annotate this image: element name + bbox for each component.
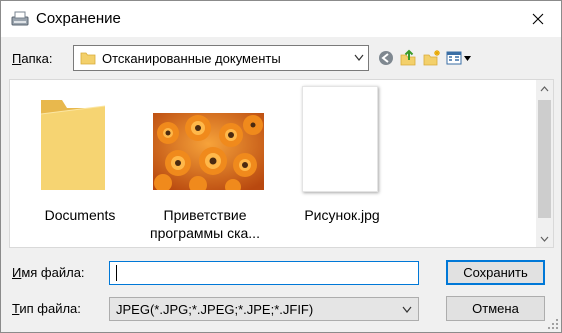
resize-grip-icon[interactable]: [547, 318, 559, 330]
file-name: программы ска...: [150, 225, 260, 241]
cancel-button[interactable]: Отмена: [446, 296, 545, 321]
filetype-value: JPEG(*.JPG;*.JPEG;*.JPE;*.JFIF): [116, 302, 314, 317]
scroll-down-button[interactable]: [536, 230, 553, 247]
folder-icon: [40, 100, 106, 190]
image-thumbnail: [302, 86, 378, 192]
filetype-label: Тип файла:: [12, 301, 81, 316]
folder-label: Папка:: [12, 51, 53, 66]
back-button[interactable]: [375, 47, 397, 69]
image-thumbnail: [153, 113, 264, 190]
folder-icon: [80, 52, 96, 65]
list-item[interactable]: Documents: [30, 80, 130, 240]
window-title: Сохранение: [36, 10, 121, 27]
up-folder-icon: [400, 49, 416, 66]
scroll-down-icon: [540, 236, 549, 242]
text-caret: [116, 265, 117, 281]
chevron-down-icon: [354, 54, 364, 61]
filename-input[interactable]: [109, 261, 419, 285]
list-item[interactable]: Рисунок.jpg: [292, 80, 392, 240]
scanner-icon: [11, 11, 29, 26]
save-button[interactable]: Сохранить: [446, 260, 545, 285]
scroll-up-icon: [540, 85, 549, 91]
filetype-select[interactable]: JPEG(*.JPG;*.JPEG;*.JPE;*.JFIF): [109, 297, 419, 321]
list-item[interactable]: Приветствие программы ска...: [140, 80, 270, 241]
vertical-scrollbar[interactable]: [536, 80, 553, 247]
new-folder-icon: [423, 50, 440, 66]
close-button[interactable]: [515, 1, 561, 37]
new-folder-button[interactable]: [421, 47, 443, 69]
filename-label: Имя файла:: [12, 265, 85, 280]
title-bar: Сохранение: [1, 1, 561, 37]
back-icon: [379, 51, 393, 65]
scroll-thumb[interactable]: [538, 100, 551, 218]
folder-select[interactable]: Отсканированные документы: [73, 45, 369, 71]
save-dialog: Сохранение Папка: Отсканированные докуме…: [0, 0, 562, 333]
up-folder-button[interactable]: [397, 47, 419, 69]
scroll-up-button[interactable]: [536, 80, 553, 97]
file-name: Приветствие: [163, 207, 247, 223]
file-list[interactable]: Documents Приветствие программы ска... Р…: [9, 79, 554, 248]
close-icon: [532, 13, 544, 25]
file-name: Documents: [44, 207, 116, 223]
view-menu-button[interactable]: [445, 47, 475, 69]
folder-current: Отсканированные документы: [102, 51, 281, 66]
file-name: Рисунок.jpg: [304, 207, 380, 223]
view-menu-icon: [446, 51, 471, 65]
chevron-down-icon: [402, 306, 412, 313]
